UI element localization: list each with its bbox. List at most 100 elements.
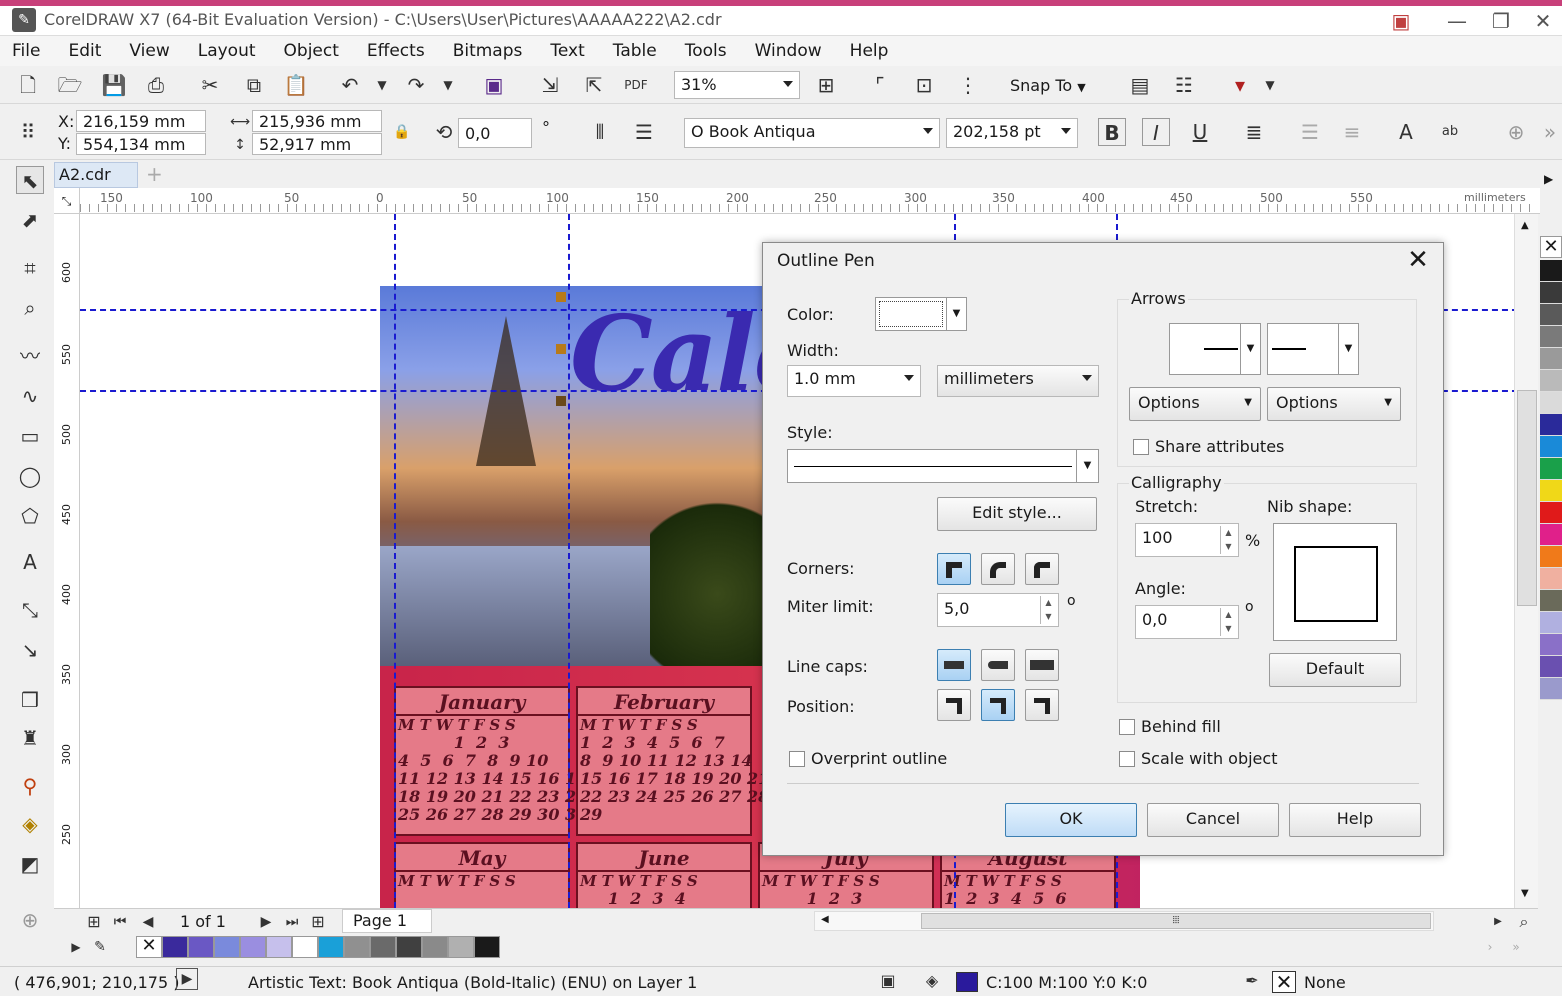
scroll-thumb[interactable]: ⦙⦙⦙ <box>921 913 1431 929</box>
start-arrow-select[interactable]: ▼ <box>1169 323 1261 375</box>
vertical-scrollbar[interactable]: ▲ ▼ <box>1514 214 1538 908</box>
smart-fill-icon[interactable]: ◩ <box>16 850 44 878</box>
position-inside-button[interactable] <box>1025 689 1059 721</box>
undo-dropdown-icon[interactable]: ▼ <box>368 71 396 99</box>
first-page-icon[interactable]: ⏮ <box>106 908 134 936</box>
font-list-select[interactable]: O Book Antiqua <box>684 118 940 148</box>
menu-file[interactable]: File <box>12 41 40 61</box>
bold-icon[interactable]: B <box>1098 118 1126 146</box>
eyedropper-tool-icon[interactable]: ⚲ <box>16 772 44 800</box>
add-page-after-icon[interactable]: ⊞ <box>304 908 332 936</box>
scroll-right-icon[interactable]: ▶ <box>1484 908 1512 936</box>
search-content-icon[interactable]: ▣ <box>480 71 508 99</box>
palette-swatch[interactable] <box>1540 480 1562 502</box>
palette-scroll-up-icon[interactable]: ▶ <box>1544 172 1553 186</box>
palette-swatch[interactable] <box>188 936 214 958</box>
zoom-navigator-icon[interactable]: ⌕ <box>1510 908 1538 936</box>
palette-swatch[interactable] <box>448 936 474 958</box>
palette-swatch[interactable] <box>1540 282 1562 304</box>
account-icon[interactable]: ▣ <box>1386 8 1416 34</box>
connector-tool-icon[interactable]: ↘ <box>16 636 44 664</box>
shape-tool-icon[interactable]: ⬈ <box>16 206 44 234</box>
guideline-vertical[interactable] <box>394 214 396 908</box>
redo-icon[interactable]: ↷ <box>402 71 430 99</box>
line-style-select[interactable]: ▼ <box>787 449 1099 483</box>
lock-ratio-icon[interactable]: 🔒 <box>388 118 416 146</box>
pick-tool-icon[interactable]: ⬉ <box>16 166 44 194</box>
next-page-icon[interactable]: ▶ <box>252 908 280 936</box>
behind-fill-checkbox[interactable] <box>1119 719 1135 735</box>
menu-help[interactable]: Help <box>850 41 889 61</box>
palette-scroll-icon[interactable]: › <box>1476 933 1504 961</box>
menu-layout[interactable]: Layout <box>198 41 256 61</box>
no-color-swatch[interactable]: ✕ <box>136 936 162 958</box>
angle-field[interactable]: 0,0 ▲ ▼ <box>1135 605 1239 639</box>
nib-shape-preview[interactable] <box>1273 523 1397 641</box>
vertical-ruler[interactable]: 600 550 500 450 400 350 300 250 <box>54 214 80 910</box>
color-proofing-icon[interactable]: ▣ <box>874 967 902 995</box>
object-width-field[interactable]: 215,936 mm <box>252 110 382 132</box>
scale-with-object-checkbox[interactable] <box>1119 751 1135 767</box>
close-button[interactable]: ✕ <box>1528 8 1558 34</box>
underline-icon[interactable]: U <box>1186 118 1214 146</box>
palette-swatch[interactable] <box>1540 260 1562 282</box>
end-arrow-select[interactable]: ▼ <box>1267 323 1359 375</box>
new-document-icon[interactable]: 🗋 <box>14 71 42 99</box>
scroll-thumb[interactable] <box>1517 390 1537 606</box>
scroll-up-icon[interactable]: ▲ <box>1521 220 1529 231</box>
edit-style-button[interactable]: Edit style... <box>937 497 1097 531</box>
palette-swatch[interactable] <box>474 936 500 958</box>
polygon-tool-icon[interactable]: ⬠ <box>16 502 44 530</box>
miter-limit-field[interactable]: 5,0 ▲ ▼ <box>937 593 1059 627</box>
cancel-button[interactable]: Cancel <box>1147 803 1279 837</box>
horizontal-scrollbar[interactable]: ◀ ⦙⦙⦙ <box>814 911 1434 931</box>
text-align-icon[interactable]: ≣ <box>1240 118 1268 146</box>
palette-swatch[interactable] <box>240 936 266 958</box>
crop-tool-icon[interactable]: ⌗ <box>16 254 44 282</box>
drop-cap-icon[interactable]: ≡ <box>1338 118 1366 146</box>
options-icon[interactable]: ☷ <box>1170 71 1198 99</box>
palette-swatch[interactable] <box>1540 370 1562 392</box>
bullet-list-icon[interactable]: ☰ <box>1296 118 1324 146</box>
selection-handle[interactable] <box>556 344 566 354</box>
corner-bevel-button[interactable] <box>1025 553 1059 585</box>
palette-swatch[interactable] <box>1540 414 1562 436</box>
export-icon[interactable]: ⇱ <box>580 71 608 99</box>
dialog-close-icon[interactable]: ✕ <box>1403 245 1433 275</box>
palette-swatch[interactable] <box>1540 458 1562 480</box>
position-outside-button[interactable] <box>937 689 971 721</box>
restore-button[interactable]: ❐ <box>1486 8 1516 34</box>
color-picker[interactable]: ▼ <box>875 297 967 331</box>
corner-miter-button[interactable] <box>937 553 971 585</box>
palette-swatch[interactable] <box>1540 348 1562 370</box>
overprint-checkbox[interactable] <box>789 751 805 767</box>
ruler-corner[interactable]: ⤡ <box>54 188 80 214</box>
scroll-left-icon[interactable]: ◀ <box>821 914 829 925</box>
end-arrow-options-button[interactable]: Options ▼ <box>1267 387 1401 421</box>
palette-swatch[interactable] <box>318 936 344 958</box>
mirror-horizontal-icon[interactable]: ⫴ <box>586 118 614 146</box>
publish-pdf-icon[interactable]: PDF <box>622 71 650 99</box>
spin-arrows-icon[interactable]: ▲ ▼ <box>1040 596 1056 624</box>
italic-icon[interactable]: I <box>1142 118 1170 146</box>
document-tab[interactable]: A2.cdr <box>54 162 138 188</box>
menu-tools[interactable]: Tools <box>685 41 727 61</box>
menu-bitmaps[interactable]: Bitmaps <box>453 41 523 61</box>
menu-text[interactable]: Text <box>550 41 584 61</box>
palette-swatch[interactable] <box>162 936 188 958</box>
object-origin-icon[interactable]: ⠿ <box>14 118 42 146</box>
palette-swatch[interactable] <box>422 936 448 958</box>
application-launcher-icon[interactable]: ▾ <box>1226 71 1254 99</box>
guideline-vertical[interactable] <box>568 214 570 908</box>
palette-swatch[interactable] <box>396 936 422 958</box>
rotation-angle-field[interactable]: 0,0 <box>458 118 532 148</box>
selection-handle[interactable] <box>556 292 566 302</box>
y-position-field[interactable]: 554,134 mm <box>76 133 206 155</box>
help-button[interactable]: Help <box>1289 803 1421 837</box>
palette-expand-icon[interactable]: » <box>1502 933 1530 961</box>
cut-icon[interactable]: ✂ <box>196 71 224 99</box>
launcher-dropdown-icon[interactable]: ▼ <box>1256 71 1284 99</box>
x-position-field[interactable]: 216,159 mm <box>76 110 206 132</box>
page-tab[interactable]: Page 1 <box>342 909 432 933</box>
add-icon[interactable]: ⊕ <box>1502 118 1530 146</box>
